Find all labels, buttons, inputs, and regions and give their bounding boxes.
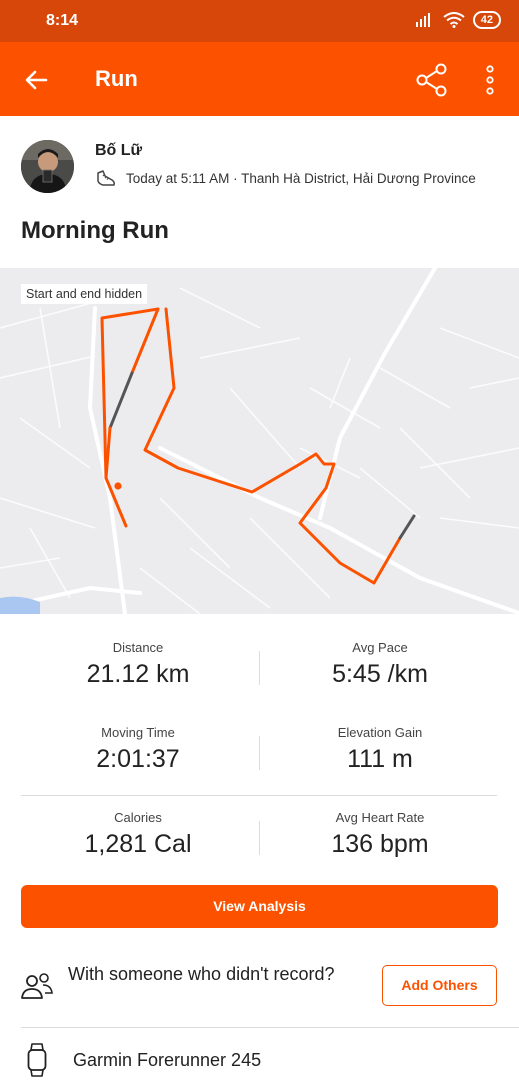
wifi-icon	[443, 12, 465, 28]
app-bar: Run	[0, 42, 519, 116]
stat-value-moving-time: 2:01:37	[96, 745, 180, 773]
stat-label-moving-time: Moving Time	[101, 725, 175, 740]
route-map[interactable]	[0, 268, 519, 614]
watch-icon	[27, 1043, 47, 1077]
view-analysis-button[interactable]: View Analysis	[21, 885, 498, 928]
stat-value-avg-heart-rate: 136 bpm	[331, 830, 429, 858]
stat-value-distance: 21.12 km	[86, 660, 190, 688]
stat-value-calories: 1,281 Cal	[84, 830, 192, 858]
battery-icon: 42	[472, 11, 501, 29]
status-bar: 8:14 42	[0, 0, 519, 42]
signal-icon	[415, 13, 430, 27]
device-name: Garmin Forerunner 245	[73, 1050, 262, 1070]
page-title: Run	[95, 66, 138, 91]
stats-separator	[21, 795, 497, 796]
avatar-photo	[21, 140, 74, 193]
activity-title: Morning Run	[21, 217, 169, 244]
stat-divider	[259, 736, 260, 770]
activity-meta: Today at 5:11 AM · Thanh Hà District, Hả…	[126, 171, 476, 186]
stat-value-elevation-gain: 111 m	[347, 745, 413, 773]
share-icon[interactable]	[414, 62, 450, 98]
status-time: 8:14	[46, 12, 79, 29]
status-icons: 42	[415, 11, 501, 29]
athlete-name[interactable]: Bố Lữ	[95, 142, 142, 160]
stat-label-distance: Distance	[112, 640, 164, 655]
map-canvas	[0, 268, 519, 614]
people-icon	[21, 973, 53, 999]
stat-label-elevation-gain: Elevation Gain	[337, 725, 423, 740]
stat-value-avg-pace: 5:45 /km	[332, 660, 428, 688]
stat-label-avg-pace: Avg Pace	[352, 640, 408, 655]
map-privacy-badge: Start and end hidden	[21, 284, 148, 304]
section-divider	[21, 1027, 519, 1028]
stat-divider	[259, 651, 260, 685]
stat-divider	[259, 821, 260, 855]
group-activity-prompt: With someone who didn't record?	[68, 964, 335, 984]
stat-label-calories: Calories	[114, 810, 162, 825]
add-others-button[interactable]: Add Others	[382, 965, 497, 1006]
back-arrow-icon[interactable]	[20, 64, 52, 96]
shoe-icon	[97, 170, 115, 186]
stat-label-avg-heart-rate: Avg Heart Rate	[335, 810, 425, 825]
more-options-icon[interactable]	[478, 62, 502, 98]
avatar[interactable]	[21, 140, 74, 193]
